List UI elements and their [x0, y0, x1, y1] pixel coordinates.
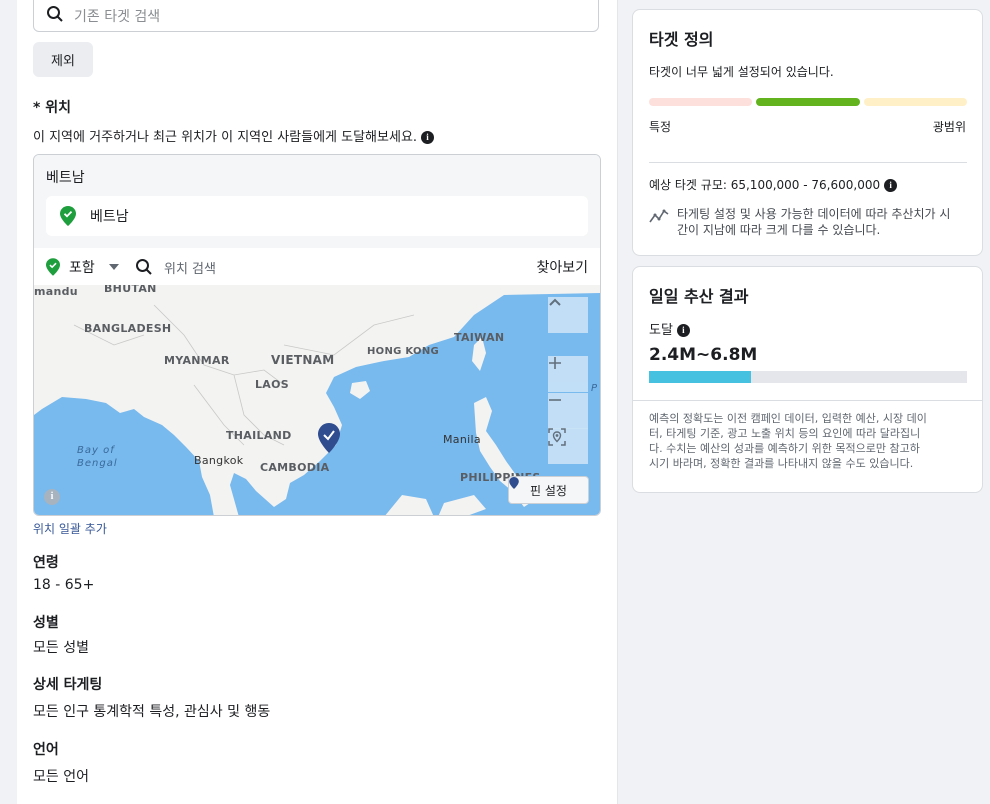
minus-icon: [549, 399, 561, 401]
estimate-note: 타게팅 설정 및 사용 가능한 데이터에 따라 추산치가 시 간이 지남에 따라…: [677, 206, 971, 238]
location-map[interactable]: mandu BHUTAN BANGLADESH MYANMAR VIETNAM …: [34, 285, 600, 515]
map-label-hongkong: HONG KONG: [367, 346, 440, 357]
audience-definition-title: 타겟 정의: [649, 30, 714, 49]
detailed-targeting-value[interactable]: 모든 인구 통계학적 특성, 관심사 및 행동: [33, 701, 270, 721]
location-box: 베트남 베트남 포함 위치 검색 찾아보기 mandu BHUTAN BANGL…: [33, 154, 601, 516]
estimated-size: 예상 타겟 규모: 65,100,000 - 76,600,000 i: [649, 176, 898, 193]
map-label-manila: Manila: [443, 433, 481, 446]
audience-definition-card: 타겟 정의 타겟이 너무 넓게 설정되어 있습니다. 특정 광범위 예상 타겟 …: [632, 9, 983, 256]
info-icon[interactable]: i: [676, 324, 690, 337]
map-label-cambodia: CAMBODIA: [260, 461, 330, 474]
location-search-input[interactable]: 위치 검색: [164, 258, 216, 277]
reach-label-row: 도달 i: [649, 319, 690, 338]
reach-value: 2.4M~6.8M: [649, 345, 758, 365]
add-bulk-locations-link[interactable]: 위치 일괄 추가: [33, 520, 107, 537]
map-label-laos: LAOS: [255, 378, 289, 391]
zoom-out-button[interactable]: [548, 393, 588, 429]
map-pin-icon: [509, 477, 519, 489]
chevron-up-icon: [549, 298, 561, 306]
location-description: 이 지역에 거주하거나 최근 위치가 이 지역인 사람들에게 도달해보세요. i: [33, 126, 435, 145]
search-icon: [47, 6, 63, 22]
daily-results-title: 일일 추산 결과: [649, 287, 749, 306]
location-pin-icon: [60, 206, 76, 226]
age-label: 연령: [33, 555, 59, 571]
map-collapse-button[interactable]: [548, 297, 588, 333]
location-focus-icon: [548, 428, 566, 446]
estimated-size-text: 예상 타겟 규모: 65,100,000 - 76,600,000: [649, 178, 881, 192]
reach-bar-track: [649, 371, 967, 383]
gender-value[interactable]: 모든 성별: [33, 637, 89, 657]
meter-active: [756, 98, 860, 106]
language-value[interactable]: 모든 언어: [33, 766, 89, 786]
browse-button[interactable]: 찾아보기: [536, 257, 588, 277]
language-label: 언어: [33, 742, 59, 758]
map-label-bay-of-bengal-1: Bay of: [77, 445, 115, 456]
selected-locations: 베트남 베트남: [34, 155, 600, 249]
age-value[interactable]: 18 - 65+: [33, 577, 94, 593]
estimate-disclaimer: 예측의 정확도는 이전 캠페인 데이터, 입력한 예산, 시장 데이 터, 타게…: [649, 411, 971, 471]
meter-specific-label: 특정: [649, 120, 672, 134]
map-label-bay-of-bengal-2: Bengal: [77, 458, 118, 469]
gender-label: 성별: [33, 615, 59, 631]
pin-set-label: 핀 설정: [530, 483, 567, 498]
exclude-button[interactable]: 제외: [33, 42, 93, 77]
map-label-bhutan: BHUTAN: [104, 285, 157, 295]
recenter-button[interactable]: [548, 428, 588, 464]
info-icon[interactable]: i: [884, 179, 898, 192]
search-placeholder: 기존 타겟 검색: [74, 9, 161, 25]
map-label-edge: P: [591, 383, 599, 394]
map-label-mandu: mandu: [34, 285, 78, 298]
location-chip[interactable]: 베트남: [46, 196, 588, 236]
audience-status: 타겟이 너무 넓게 설정되어 있습니다.: [649, 65, 834, 79]
map-label-vietnam: VIETNAM: [271, 353, 335, 367]
divider: [649, 162, 967, 163]
reach-bar-fill: [649, 371, 751, 383]
location-search-bar: 포함 위치 검색 찾아보기: [34, 248, 600, 285]
detailed-targeting-label: 상세 타게팅: [33, 677, 103, 693]
meter-specific: [649, 98, 752, 106]
map-label-thailand: THAILAND: [226, 429, 292, 442]
search-icon: [136, 259, 152, 275]
disclaimer-line2: 터, 타게팅 기준, 광고 노출 위치 등의 요인에 따라 달라집니: [649, 427, 921, 440]
map-label-myanmar: MYANMAR: [164, 354, 230, 367]
info-icon[interactable]: i: [421, 131, 435, 144]
estimate-note-line1: 타게팅 설정 및 사용 가능한 데이터에 따라 추산치가 시: [677, 207, 951, 221]
meter-broad: [864, 98, 967, 106]
estimate-note-line2: 간이 지남에 따라 크게 다를 수 있습니다.: [677, 223, 881, 237]
daily-results-card: 일일 추산 결과 도달 i 2.4M~6.8M 예측의 정확도는 이전 캠페인 데…: [632, 266, 983, 493]
zoom-in-button[interactable]: [548, 356, 588, 392]
map-label-bangkok: Bangkok: [194, 454, 244, 467]
location-description-text: 이 지역에 거주하거나 최근 위치가 이 지역인 사람들에게 도달해보세요.: [33, 130, 418, 145]
include-pin-icon: [46, 258, 60, 276]
meter-broad-label: 광범위: [932, 120, 966, 134]
country-group-title: 베트남: [46, 170, 85, 186]
existing-audience-search[interactable]: 기존 타겟 검색: [33, 0, 599, 32]
map-label-bangladesh: BANGLADESH: [84, 322, 172, 335]
disclaimer-line1: 예측의 정확도는 이전 캠페인 데이터, 입력한 예산, 시장 데이: [649, 412, 927, 425]
disclaimer-line3: 다. 수치는 예산의 성과를 예측하기 위한 목적으로만 참고하: [649, 442, 920, 455]
map-info-icon[interactable]: i: [44, 489, 60, 505]
trend-icon: [649, 209, 669, 223]
include-dropdown[interactable]: 포함: [69, 257, 95, 277]
audience-panel: 기존 타겟 검색 제외 * 위치 이 지역에 거주하거나 최근 위치가 이 지역…: [17, 0, 618, 804]
location-chip-label: 베트남: [90, 209, 129, 225]
location-label: * 위치: [33, 100, 71, 116]
plus-icon: [549, 357, 561, 369]
reach-label: 도달: [649, 323, 673, 338]
map-label-taiwan: TAIWAN: [454, 331, 505, 344]
chevron-down-icon[interactable]: [109, 264, 119, 270]
pin-set-button[interactable]: 핀 설정: [508, 476, 589, 504]
divider: [633, 400, 982, 401]
disclaimer-line4: 시기 바라며, 정확한 결과를 나타내지 않을 수도 있습니다.: [649, 457, 914, 470]
